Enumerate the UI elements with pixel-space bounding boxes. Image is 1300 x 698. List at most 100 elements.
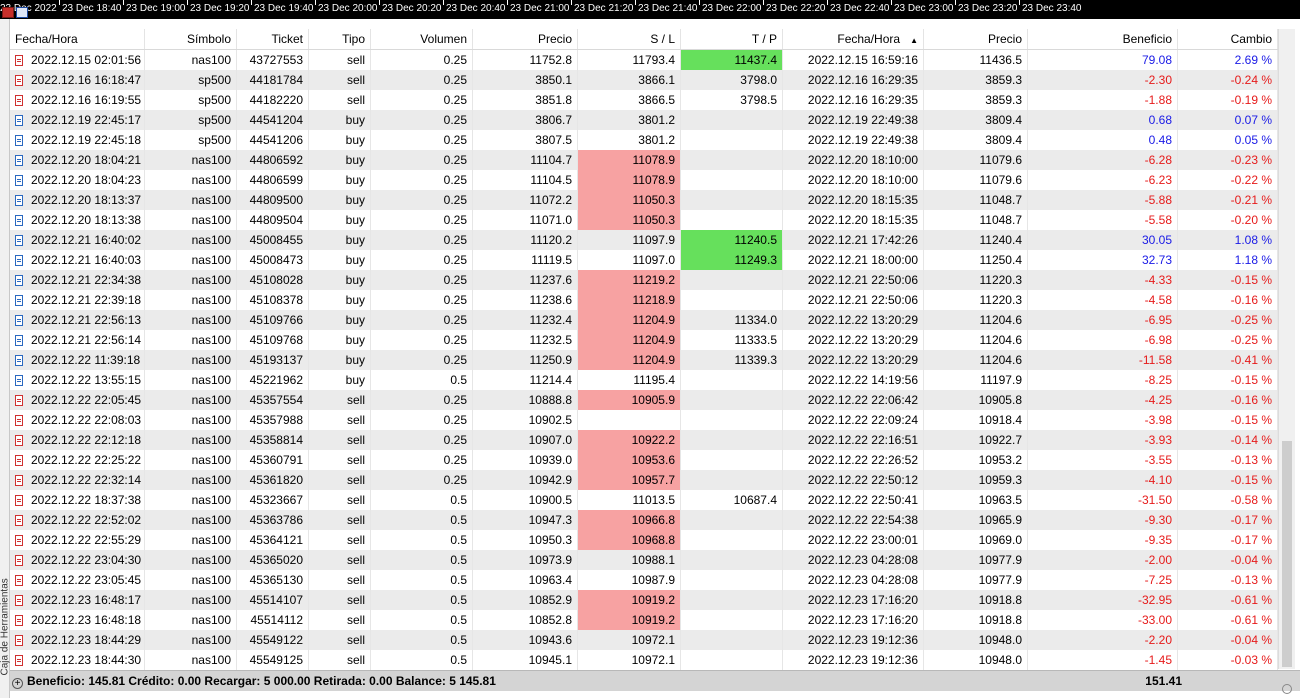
cell-text: buy xyxy=(345,213,365,227)
table-row[interactable]: 2022.12.22 22:32:14 nas100 45361820 sell 0.2… xyxy=(10,470,1278,490)
cell-change: -0.16 % xyxy=(1178,390,1278,410)
cell-profit: 0.68 xyxy=(1028,110,1178,130)
resize-grip-icon[interactable] xyxy=(1282,684,1292,694)
cell-sl: 11219.2 xyxy=(578,270,681,290)
table-row[interactable]: 2022.12.22 22:08:03 nas100 45357988 sell 0.2… xyxy=(10,410,1278,430)
cell-open-price: 10945.1 xyxy=(473,650,578,670)
col-header-symbol[interactable]: Símbolo xyxy=(145,29,237,49)
table-row[interactable]: 2022.12.20 18:04:21 nas100 44806592 buy 0.25… xyxy=(10,150,1278,170)
cell-tp xyxy=(681,270,783,290)
cell-sl: 11097.9 xyxy=(578,230,681,250)
cell-text: 2022.12.20 18:10:00 xyxy=(807,153,918,167)
table-row[interactable]: 2022.12.22 23:05:45 nas100 45365130 sell 0.5… xyxy=(10,570,1278,590)
col-header-type[interactable]: Tipo xyxy=(309,29,371,49)
table-row[interactable]: 2022.12.20 18:13:37 nas100 44809500 buy 0.25… xyxy=(10,190,1278,210)
col-header-sl[interactable]: S / L xyxy=(578,29,681,49)
table-row[interactable]: 2022.12.23 18:44:29 nas100 45549122 sell 0.5… xyxy=(10,630,1278,650)
vertical-scrollbar[interactable] xyxy=(1278,29,1295,669)
table-row[interactable]: 2022.12.19 22:45:18 sp500 44541206 buy 0.25 3… xyxy=(10,130,1278,150)
cell-type: buy xyxy=(309,190,371,210)
sell-order-icon xyxy=(15,555,23,566)
cell-text: buy xyxy=(345,373,365,387)
cell-close-time: 2022.12.21 22:50:06 xyxy=(783,290,924,310)
cell-text: 0.5 xyxy=(450,613,467,627)
cell-close-time: 2022.12.23 19:12:36 xyxy=(783,650,924,670)
cell-open-price: 10973.9 xyxy=(473,550,578,570)
table-row[interactable]: 2022.12.22 23:04:30 nas100 45365020 sell 0.5… xyxy=(10,550,1278,570)
table-row[interactable]: 2022.12.21 22:56:14 nas100 45109768 buy 0.25… xyxy=(10,330,1278,350)
cell-close-time: 2022.12.20 18:15:35 xyxy=(783,190,924,210)
cell-open-price: 10888.8 xyxy=(473,390,578,410)
cell-text: -9.30 xyxy=(1144,513,1172,527)
cell-tp: 11249.3 xyxy=(681,250,783,270)
cell-type: sell xyxy=(309,410,371,430)
cell-text: buy xyxy=(345,273,365,287)
cell-ticket: 45549125 xyxy=(237,650,309,670)
calendar-icon[interactable] xyxy=(2,7,14,18)
table-row[interactable]: 2022.12.21 22:39:18 nas100 45108378 buy 0.25… xyxy=(10,290,1278,310)
sell-order-icon xyxy=(15,395,23,406)
table-row[interactable]: 2022.12.20 18:13:38 nas100 44809504 buy 0.25… xyxy=(10,210,1278,230)
cell-tp xyxy=(681,190,783,210)
table-row[interactable]: 2022.12.16 16:19:55 sp500 44182220 sell 0.25… xyxy=(10,90,1278,110)
table-row[interactable]: 2022.12.16 16:18:47 sp500 44181784 sell 0.25… xyxy=(10,70,1278,90)
table-row[interactable]: 2022.12.20 18:04:23 nas100 44806599 buy 0.25… xyxy=(10,170,1278,190)
table-icon[interactable] xyxy=(16,7,28,18)
cell-text: nas100 xyxy=(191,413,231,427)
cell-close-time: 2022.12.23 04:28:08 xyxy=(783,570,924,590)
cell-text: -0.16 % xyxy=(1230,293,1272,307)
time-axis-tick: 23 Dec 23:20 xyxy=(955,0,1018,14)
cell-text: 10987.9 xyxy=(631,573,675,587)
cell-text: 0.25 xyxy=(443,173,467,187)
table-row[interactable]: 2022.12.19 22:45:17 sp500 44541204 buy 0.25 3… xyxy=(10,110,1278,130)
col-header-change[interactable]: Cambio xyxy=(1178,29,1278,49)
cell-text: 11050.3 xyxy=(632,213,676,227)
cell-tp xyxy=(681,410,783,430)
cell-text: 11048.7 xyxy=(979,193,1023,207)
col-header-close-time[interactable]: Fecha/Hora ▲ xyxy=(783,29,924,49)
table-row[interactable]: 2022.12.21 16:40:03 nas100 45008473 buy 0.25… xyxy=(10,250,1278,270)
cell-tp xyxy=(681,550,783,570)
table-row[interactable]: 2022.12.23 16:48:17 nas100 45514107 sell 0.5… xyxy=(10,590,1278,610)
table-row[interactable]: 2022.12.21 22:56:13 nas100 45109766 buy 0.25… xyxy=(10,310,1278,330)
table-row[interactable]: 2022.12.22 22:12:18 nas100 45358814 sell 0.2… xyxy=(10,430,1278,450)
cell-sl: 3801.2 xyxy=(578,130,681,150)
cell-volume: 0.25 xyxy=(371,410,473,430)
scrollbar-thumb[interactable] xyxy=(1282,441,1292,667)
col-header-close-price[interactable]: Precio xyxy=(924,29,1028,49)
table-row[interactable]: 2022.12.22 13:55:15 nas100 45221962 buy 0.5 1… xyxy=(10,370,1278,390)
table-row[interactable]: 2022.12.23 16:48:18 nas100 45514112 sell 0.5… xyxy=(10,610,1278,630)
table-row[interactable]: 2022.12.22 22:55:29 nas100 45364121 sell 0.5… xyxy=(10,530,1278,550)
expand-plus-icon[interactable]: + xyxy=(12,678,23,689)
table-row[interactable]: 2022.12.22 11:39:18 nas100 45193137 buy 0.25… xyxy=(10,350,1278,370)
col-header-profit[interactable]: Beneficio xyxy=(1028,29,1178,49)
table-row[interactable]: 2022.12.23 18:44:30 nas100 45549125 sell 0.5… xyxy=(10,650,1278,670)
col-header-open-time[interactable]: Fecha/Hora xyxy=(10,29,145,49)
cell-type: sell xyxy=(309,70,371,90)
table-row[interactable]: 2022.12.22 22:05:45 nas100 45357554 sell 0.2… xyxy=(10,390,1278,410)
cell-text: sp500 xyxy=(198,113,231,127)
cell-text: 45363786 xyxy=(249,513,303,527)
cell-text: 3851.8 xyxy=(535,93,572,107)
cell-text: 2022.12.23 04:28:08 xyxy=(807,573,918,587)
cell-profit: -4.25 xyxy=(1028,390,1178,410)
cell-open-price: 11238.6 xyxy=(473,290,578,310)
table-row[interactable]: 2022.12.22 18:37:38 nas100 45323667 sell 0.5… xyxy=(10,490,1278,510)
cell-open-time: 2022.12.22 11:39:18 xyxy=(10,350,145,370)
col-header-volume[interactable]: Volumen xyxy=(371,29,473,49)
col-header-tp[interactable]: T / P xyxy=(681,29,783,49)
table-row[interactable]: 2022.12.22 22:52:02 nas100 45363786 sell 0.5… xyxy=(10,510,1278,530)
cell-open-price: 10963.4 xyxy=(473,570,578,590)
cell-text: -3.93 xyxy=(1144,433,1172,447)
table-row[interactable]: 2022.12.15 02:01:56 nas100 43727553 sell 0.2… xyxy=(10,50,1278,70)
cell-type: buy xyxy=(309,170,371,190)
table-row[interactable]: 2022.12.21 22:34:38 nas100 45108028 buy 0.25… xyxy=(10,270,1278,290)
cell-type: sell xyxy=(309,510,371,530)
toolbox-side-tab[interactable]: Caja de Herramientas xyxy=(0,19,11,698)
col-header-open-price[interactable]: Precio xyxy=(473,29,578,49)
cell-text: 10948.0 xyxy=(978,653,1022,667)
col-header-ticket[interactable]: Ticket xyxy=(237,29,309,49)
table-row[interactable]: 2022.12.21 16:40:02 nas100 45008455 buy 0.25… xyxy=(10,230,1278,250)
cell-text: -0.61 % xyxy=(1230,593,1272,607)
table-row[interactable]: 2022.12.22 22:25:22 nas100 45360791 sell 0.2… xyxy=(10,450,1278,470)
